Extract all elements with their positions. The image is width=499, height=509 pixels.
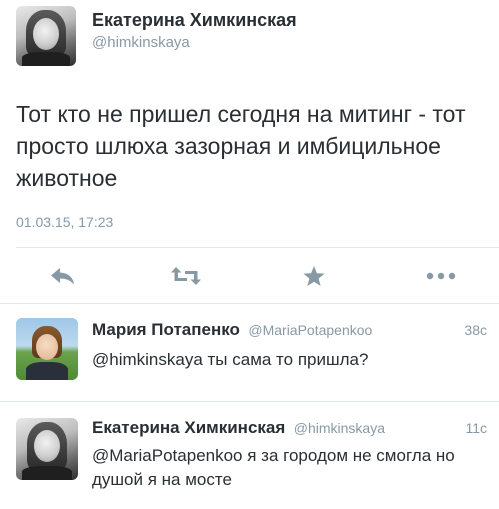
- avatar-face: [36, 334, 58, 360]
- reply-icon: [51, 268, 74, 285]
- reply-text: @MariaPotapenkoo я за городом не смогла …: [92, 446, 455, 489]
- author-name[interactable]: Екатерина Химкинская: [92, 10, 297, 31]
- avatar-shirt: [22, 52, 70, 66]
- author-name[interactable]: Мария Потапенко: [92, 320, 240, 339]
- reply-header: Екатерина Химкинская @himkinskaya 11с: [92, 418, 487, 438]
- avatar[interactable]: [16, 318, 78, 380]
- retweet-button[interactable]: [169, 262, 203, 290]
- more-options-button[interactable]: [424, 262, 458, 290]
- avatar-shirt: [22, 466, 72, 480]
- reply-time: 38с: [464, 322, 487, 338]
- reply-tweet[interactable]: Мария Потапенко @MariaPotapenkoo 38с @hi…: [0, 304, 499, 401]
- avatar-face: [34, 430, 60, 462]
- retweet-icon: [171, 267, 201, 285]
- author-handle[interactable]: @MariaPotapenkoo: [248, 322, 372, 338]
- reply-header: Мария Потапенко @MariaPotapenkoo 38с: [92, 320, 487, 340]
- avatar[interactable]: [16, 418, 78, 480]
- reply-time: 11с: [465, 420, 487, 436]
- avatar-face: [33, 18, 59, 50]
- tweet-timestamp: 01.03.15, 17:23: [16, 214, 114, 230]
- author-handle[interactable]: @himkinskaya: [294, 420, 385, 436]
- reply-button[interactable]: [46, 262, 80, 290]
- tweet-text: Тот кто не пришел сегодня на митинг - то…: [16, 101, 466, 191]
- star-icon: [303, 265, 325, 286]
- tweet-detail-view: Екатерина Химкинская @himkinskaya Тот кт…: [0, 0, 499, 509]
- reply-tweet[interactable]: Екатерина Химкинская @himkinskaya 11с @M…: [0, 402, 499, 509]
- author-name[interactable]: Екатерина Химкинская: [92, 418, 285, 437]
- favorite-button[interactable]: [297, 262, 331, 290]
- avatar[interactable]: [16, 6, 76, 66]
- more-dots-icon: [426, 272, 456, 280]
- avatar-shirt: [26, 362, 68, 380]
- author-handle[interactable]: @himkinskaya: [92, 34, 190, 51]
- tweet-actions-bar: [0, 248, 499, 303]
- reply-text: @himkinskaya ты сама то пришла?: [92, 350, 369, 369]
